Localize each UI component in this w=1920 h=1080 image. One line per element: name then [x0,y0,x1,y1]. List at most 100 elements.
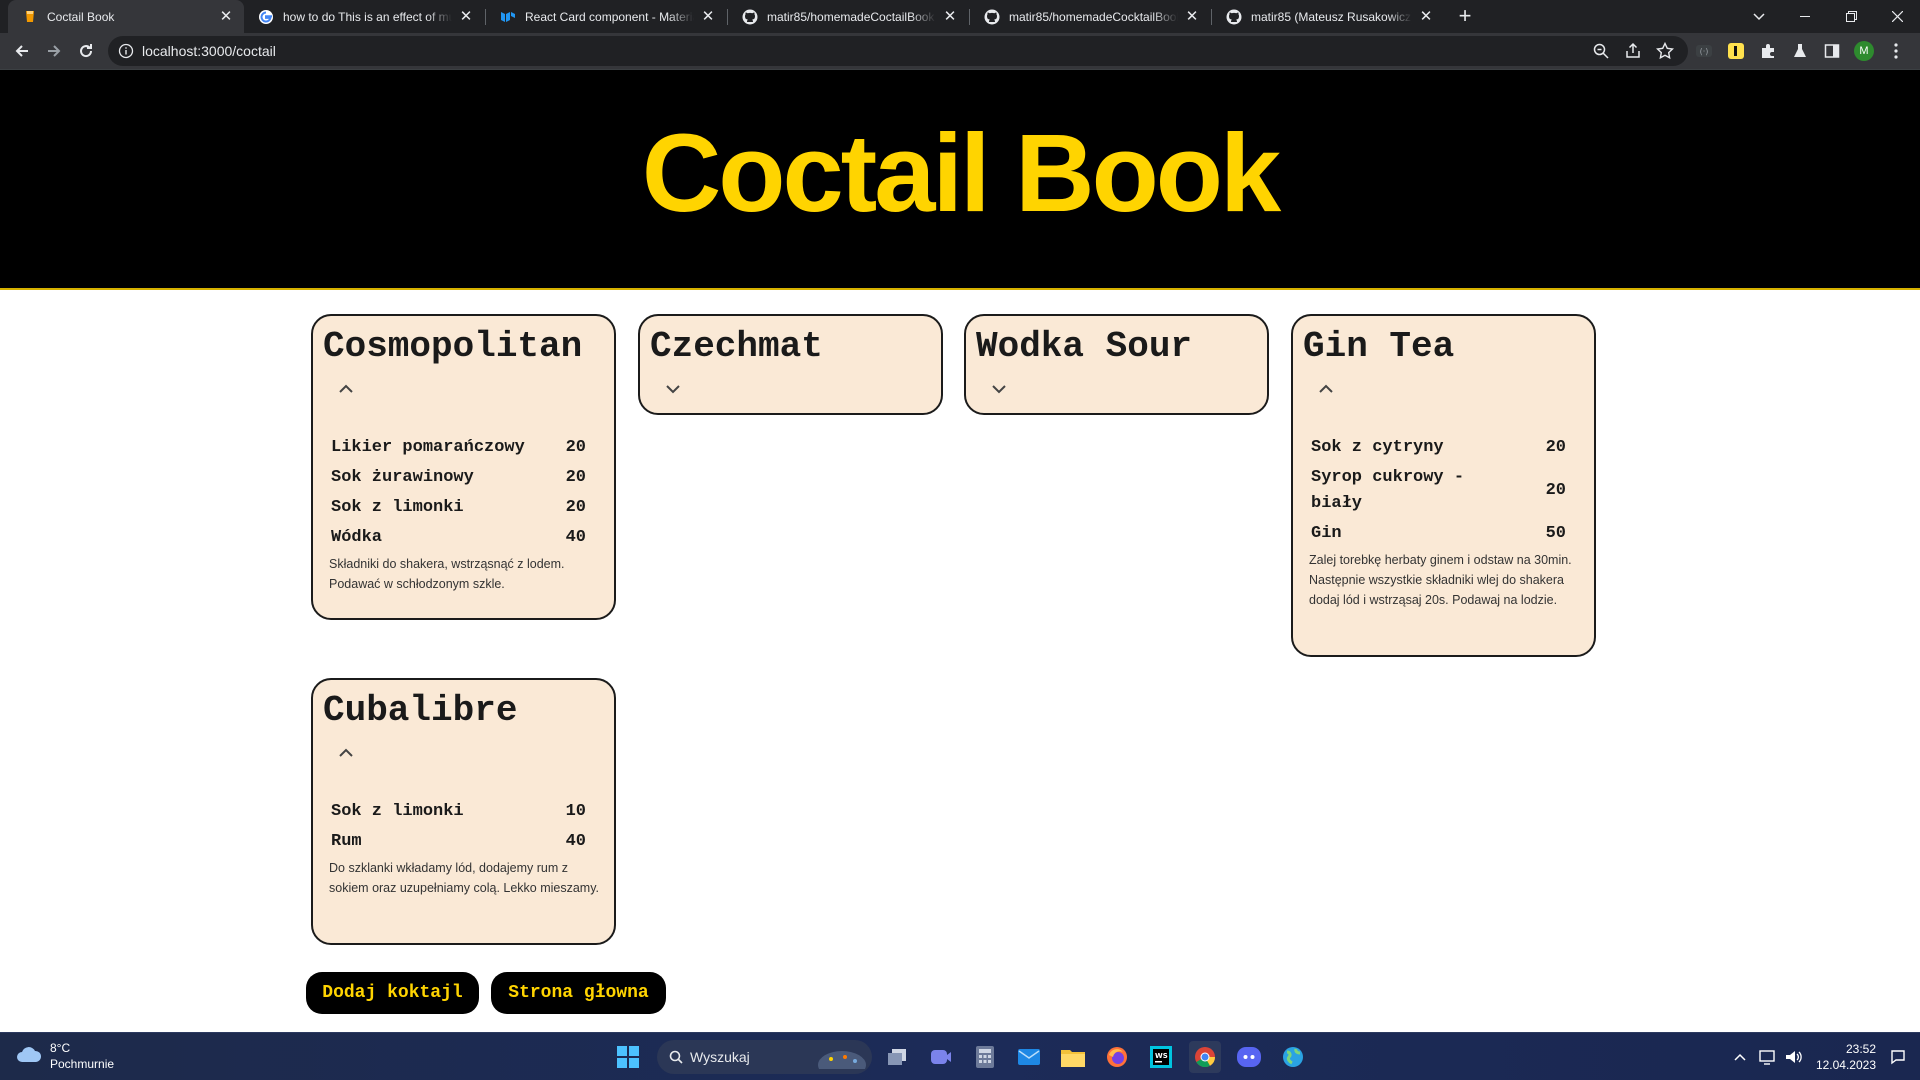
chevron-up-icon[interactable] [337,746,355,760]
teams-chat-icon[interactable] [925,1041,957,1073]
task-view-icon[interactable] [881,1041,913,1073]
profile-avatar[interactable]: M [1854,41,1874,61]
taskbar-search[interactable]: Wyszukaj [657,1040,872,1074]
close-tab-icon[interactable]: ✕ [458,8,474,25]
back-arrow-icon[interactable] [8,37,36,65]
ingredient-qty: 20 [1545,481,1566,500]
chevron-down-icon[interactable] [664,382,682,396]
close-tab-icon[interactable]: ✕ [942,8,958,25]
ingredient-name: Syrop cukrowy - biały [1311,468,1465,513]
side-panel-icon[interactable] [1822,41,1842,61]
search-placeholder: Wyszukaj [690,1049,750,1065]
add-cocktail-button[interactable]: Dodaj koktajl [306,972,479,1014]
cocktail-favicon [22,9,38,25]
more-menu-icon[interactable] [1886,41,1906,61]
windows-start-icon[interactable] [612,1041,644,1073]
site-info-icon[interactable] [118,43,134,64]
ingredient-qty: 20 [565,498,586,517]
ingredient-row: Likier pomarańczowy 20 [331,435,586,461]
tab-title: matir85/homemadeCoctailBook [767,9,935,24]
chevron-up-icon[interactable] [1317,382,1335,396]
reload-icon[interactable] [72,37,100,65]
ingredient-row: Sok żurawinowy 20 [331,465,586,491]
close-tab-icon[interactable]: ✕ [700,8,716,25]
cocktail-card-wodka-sour: Wodka Sour [964,314,1269,415]
search-icon [669,1050,683,1064]
svg-text:WS: WS [1155,1052,1168,1060]
tab-title: how to do This is an effect of mu [283,9,452,24]
forward-arrow-icon[interactable] [40,37,68,65]
tab-github-repo-1[interactable]: matir85/homemadeCoctailBook ✕ [728,0,968,33]
home-page-button[interactable]: Strona głowna [491,972,666,1014]
discord-icon[interactable] [1233,1041,1265,1073]
close-tab-icon[interactable]: ✕ [218,8,234,25]
mail-icon[interactable] [1013,1041,1045,1073]
restore-icon[interactable] [1828,0,1874,33]
address-bar[interactable]: localhost:3000/coctail [108,36,1688,66]
ingredient-qty: 40 [565,528,586,547]
chevron-up-icon[interactable] [337,382,355,396]
tab-github-repo-2[interactable]: matir85/homemadeCocktailBook ✕ [970,0,1210,33]
ingredient-name: Sok żurawinowy [331,468,474,487]
tab-title: React Card component - Material [525,9,694,24]
clock-date: 12.04.2023 [1815,1058,1876,1072]
ingredient-qty: 20 [565,438,586,457]
ingredient-name: Gin [1311,524,1342,543]
notifications-icon[interactable] [1882,1041,1914,1073]
page-title: Coctail Book [641,111,1281,235]
ingredient-row: Sok z limonki 20 [331,495,586,521]
zoom-icon[interactable] [1592,42,1610,60]
close-window-icon[interactable] [1874,0,1920,33]
chevron-down-icon[interactable] [990,382,1008,396]
url-text: localhost:3000/coctail [142,43,276,59]
extension-yellow-icon[interactable] [1726,41,1746,61]
cocktail-card-cubalibre: Cubalibre Sok z limonki 10 Rum 40 Do szk… [311,678,616,945]
ingredient-name: Likier pomarańczowy [331,438,525,457]
ingredient-row: Sok z limonki 10 [331,799,586,825]
extension-devtools-icon[interactable]: (·) [1694,41,1714,61]
github-icon [984,9,1000,25]
minimize-icon[interactable] [1782,0,1828,33]
ingredient-row: Wódka 40 [331,525,586,551]
labs-flask-icon[interactable] [1790,41,1810,61]
browser-toolbar: localhost:3000/coctail (·) M [0,33,1920,70]
ingredient-name: Sok z limonki [331,498,464,517]
extensions-puzzle-icon[interactable] [1758,41,1778,61]
firefox-icon[interactable] [1101,1041,1133,1073]
tab-google-search[interactable]: how to do This is an effect of mu ✕ [244,0,484,33]
ingredient-name: Rum [331,832,362,851]
tab-github-profile[interactable]: matir85 (Mateusz Rusakowicz) ✕ [1212,0,1444,33]
tab-title: Coctail Book [47,9,115,24]
weather-desc: Pochmurnie [50,1057,115,1071]
webstorm-icon[interactable]: WS [1145,1041,1177,1073]
profile-initial: M [1859,45,1869,57]
tab-search-chevron-icon[interactable] [1736,0,1782,33]
github-icon [1226,9,1242,25]
ingredient-qty: 50 [1545,524,1566,543]
maps-globe-icon[interactable] [1277,1041,1309,1073]
ingredient-name: Wódka [331,528,383,547]
tab-strip: Coctail Book ✕ how to do This is an effe… [0,0,1920,33]
cocktail-name: Gin Tea [1303,326,1455,367]
tab-coctail-book[interactable]: Coctail Book ✕ [8,0,244,33]
cocktail-description: Zalej torebkę herbaty ginem i odstaw na … [1309,553,1572,607]
ingredient-row: Gin 50 [1311,521,1566,547]
bookmark-star-icon[interactable] [1655,41,1675,60]
system-clock[interactable]: 23:52 12.04.2023 [1800,1041,1876,1073]
clock-time: 23:52 [1845,1042,1876,1056]
svg-text:(·): (·) [1700,47,1709,56]
windows-taskbar: 8°C Pochmurnie Wyszukaj WS 23:52 12.04.2… [0,1032,1920,1080]
file-explorer-icon[interactable] [1057,1041,1089,1073]
calculator-icon[interactable] [969,1041,1001,1073]
ingredient-qty: 10 [565,802,586,821]
cocktail-card-czechmat: Czechmat [638,314,943,415]
page-content: Coctail Book Cosmopolitan Likier pomarań… [0,70,1920,1032]
chrome-icon[interactable] [1189,1041,1221,1073]
close-tab-icon[interactable]: ✕ [1184,8,1200,25]
new-tab-plus-icon[interactable]: + [1452,4,1478,30]
cocktail-name: Czechmat [650,326,823,367]
share-icon[interactable] [1624,42,1642,60]
tab-mui-card[interactable]: React Card component - Material ✕ [486,0,726,33]
ingredient-name: Sok z limonki [331,802,464,821]
close-tab-icon[interactable]: ✕ [1418,8,1434,25]
